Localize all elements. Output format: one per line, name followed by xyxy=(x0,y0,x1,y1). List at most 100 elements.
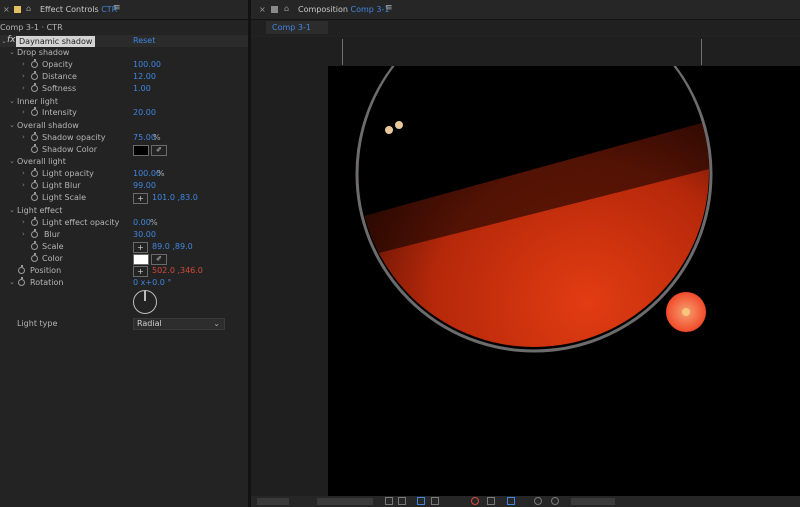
prop-value[interactable]: 89.0 ,89.0 xyxy=(152,242,193,251)
chevron-right-icon[interactable]: › xyxy=(22,230,25,238)
prop-value[interactable]: 502.0 ,346.0 xyxy=(152,266,203,275)
prop-label: Light opacity xyxy=(42,169,94,178)
zoom-dropdown[interactable] xyxy=(257,498,289,505)
panel-menu-icon[interactable]: ≡ xyxy=(385,3,393,13)
chevron-down-icon[interactable]: ⌄ xyxy=(9,206,15,214)
prop-value[interactable]: 99.00 xyxy=(133,181,156,190)
chevron-down-icon[interactable]: ⌄ xyxy=(1,37,7,45)
stopwatch-icon[interactable] xyxy=(31,217,38,226)
chevron-right-icon[interactable]: › xyxy=(22,218,25,226)
group-label: Overall shadow xyxy=(17,121,79,130)
eyedropper-icon[interactable]: ✐ xyxy=(151,254,167,265)
chevron-right-icon[interactable]: › xyxy=(22,108,25,116)
chevron-right-icon[interactable]: › xyxy=(22,169,25,177)
chevron-right-icon[interactable]: › xyxy=(22,133,25,141)
panel-title[interactable]: Composition Comp 3-1 xyxy=(298,5,389,14)
stopwatch-icon[interactable] xyxy=(31,83,38,92)
crosshair-icon[interactable]: + xyxy=(133,266,148,277)
effect-header-row[interactable]: ⌄ fx Daynamic shadow Reset xyxy=(0,35,248,47)
transparency-grid-icon[interactable] xyxy=(398,497,406,505)
panel-title[interactable]: Effect Controls CTR xyxy=(40,5,117,14)
stopwatch-icon[interactable] xyxy=(31,144,38,153)
chevron-right-icon[interactable]: › xyxy=(22,84,25,92)
close-panel-button[interactable]: × xyxy=(3,5,10,14)
chevron-right-icon[interactable]: › xyxy=(22,181,25,189)
resolution-dropdown[interactable] xyxy=(317,498,373,505)
rotation-dial[interactable] xyxy=(133,290,157,314)
stopwatch-icon[interactable] xyxy=(18,265,25,274)
prop-value[interactable]: 0 x+0.0 ° xyxy=(133,278,171,287)
stopwatch-icon[interactable] xyxy=(31,241,38,250)
chevron-right-icon[interactable]: › xyxy=(22,72,25,80)
stopwatch-icon[interactable] xyxy=(31,168,38,177)
group-light-effect[interactable]: ⌄ Light effect xyxy=(0,205,248,217)
chevron-down-icon[interactable]: ⌄ xyxy=(9,157,15,165)
light-position-center[interactable] xyxy=(682,308,690,316)
stopwatch-icon[interactable] xyxy=(18,277,25,286)
channel-icon[interactable] xyxy=(471,497,479,505)
composition-viewer[interactable] xyxy=(251,37,800,496)
prop-label: Position xyxy=(30,266,62,275)
chevron-down-icon[interactable]: ⌄ xyxy=(9,121,15,129)
crosshair-icon[interactable]: + xyxy=(133,193,148,204)
prop-value[interactable]: 30.00 xyxy=(133,230,156,239)
prop-value[interactable]: 20.00 xyxy=(133,108,156,117)
stopwatch-icon[interactable] xyxy=(31,132,38,141)
fast-preview-icon[interactable] xyxy=(507,497,515,505)
stopwatch-icon[interactable] xyxy=(31,71,38,80)
composition-tab-bar xyxy=(251,20,800,36)
mask-icon[interactable] xyxy=(417,497,425,505)
group-drop-shadow[interactable]: ⌄ Drop shadow xyxy=(0,47,248,59)
prop-value[interactable]: 101.0 ,83.0 xyxy=(152,193,198,202)
composition-panel: × ⌂ Composition Comp 3-1 ≡ Comp 3-1 xyxy=(251,0,800,507)
composition-header: × ⌂ Composition Comp 3-1 ≡ xyxy=(251,0,800,20)
chevron-right-icon[interactable]: › xyxy=(22,60,25,68)
prop-value[interactable]: 1.00 xyxy=(133,84,151,93)
prop-unit: % xyxy=(150,218,158,227)
group-overall-light[interactable]: ⌄ Overall light xyxy=(0,156,248,168)
stopwatch-icon[interactable] xyxy=(31,253,38,262)
group-overall-shadow[interactable]: ⌄ Overall shadow xyxy=(0,120,248,132)
stopwatch-icon[interactable] xyxy=(31,59,38,68)
layer-path: Comp 3-1 · CTR xyxy=(0,23,63,32)
light-type-dropdown[interactable]: Radial ⌄ xyxy=(133,318,225,330)
chevron-down-icon[interactable]: ⌄ xyxy=(9,97,15,105)
stopwatch-icon[interactable] xyxy=(31,229,38,238)
stopwatch-icon[interactable] xyxy=(31,192,38,201)
color-swatch[interactable] xyxy=(133,254,149,265)
lock-icon[interactable]: ⌂ xyxy=(284,4,289,13)
planet xyxy=(359,66,709,347)
camera-icon[interactable] xyxy=(534,497,542,505)
prop-light-blur: › Light Blur 99.00 xyxy=(0,180,248,192)
region-icon[interactable] xyxy=(385,497,393,505)
composition-canvas[interactable] xyxy=(328,66,800,496)
close-panel-button[interactable]: × xyxy=(259,5,266,14)
snapshot-icon[interactable] xyxy=(551,497,559,505)
prop-label: Light Scale xyxy=(42,193,87,202)
chevron-down-icon[interactable]: ⌄ xyxy=(9,48,15,56)
eyedropper-icon[interactable]: ✐ xyxy=(151,145,167,156)
prop-light-type: Light type Radial ⌄ xyxy=(0,318,248,330)
prop-value[interactable]: 12.00 xyxy=(133,72,156,81)
timecode-display[interactable] xyxy=(571,498,615,505)
guides-icon[interactable] xyxy=(431,497,439,505)
viewer-toolbar xyxy=(251,496,800,507)
chevron-down-icon[interactable]: ⌄ xyxy=(9,278,15,286)
reset-button[interactable]: Reset xyxy=(133,36,155,45)
small-dot xyxy=(395,121,403,129)
crosshair-icon[interactable]: + xyxy=(133,242,148,253)
stopwatch-icon[interactable] xyxy=(31,180,38,189)
prop-intensity: › Intensity 20.00 xyxy=(0,107,248,119)
prop-label: Shadow opacity xyxy=(42,133,106,142)
panel-menu-icon[interactable]: ≡ xyxy=(113,3,121,13)
stopwatch-icon[interactable] xyxy=(31,107,38,116)
prop-value[interactable]: 0.00 xyxy=(133,218,151,227)
shadow-color-swatch[interactable] xyxy=(133,145,149,156)
exposure-icon[interactable] xyxy=(487,497,495,505)
lock-icon[interactable]: ⌂ xyxy=(26,4,31,13)
tab-comp-3-1[interactable]: Comp 3-1 xyxy=(266,21,328,34)
prop-value[interactable]: 100.00 xyxy=(133,60,161,69)
prop-light-scale: Light Scale + 101.0 ,83.0 xyxy=(0,192,248,204)
effect-name[interactable]: Daynamic shadow xyxy=(16,36,96,47)
fx-icon[interactable]: fx xyxy=(7,35,16,45)
